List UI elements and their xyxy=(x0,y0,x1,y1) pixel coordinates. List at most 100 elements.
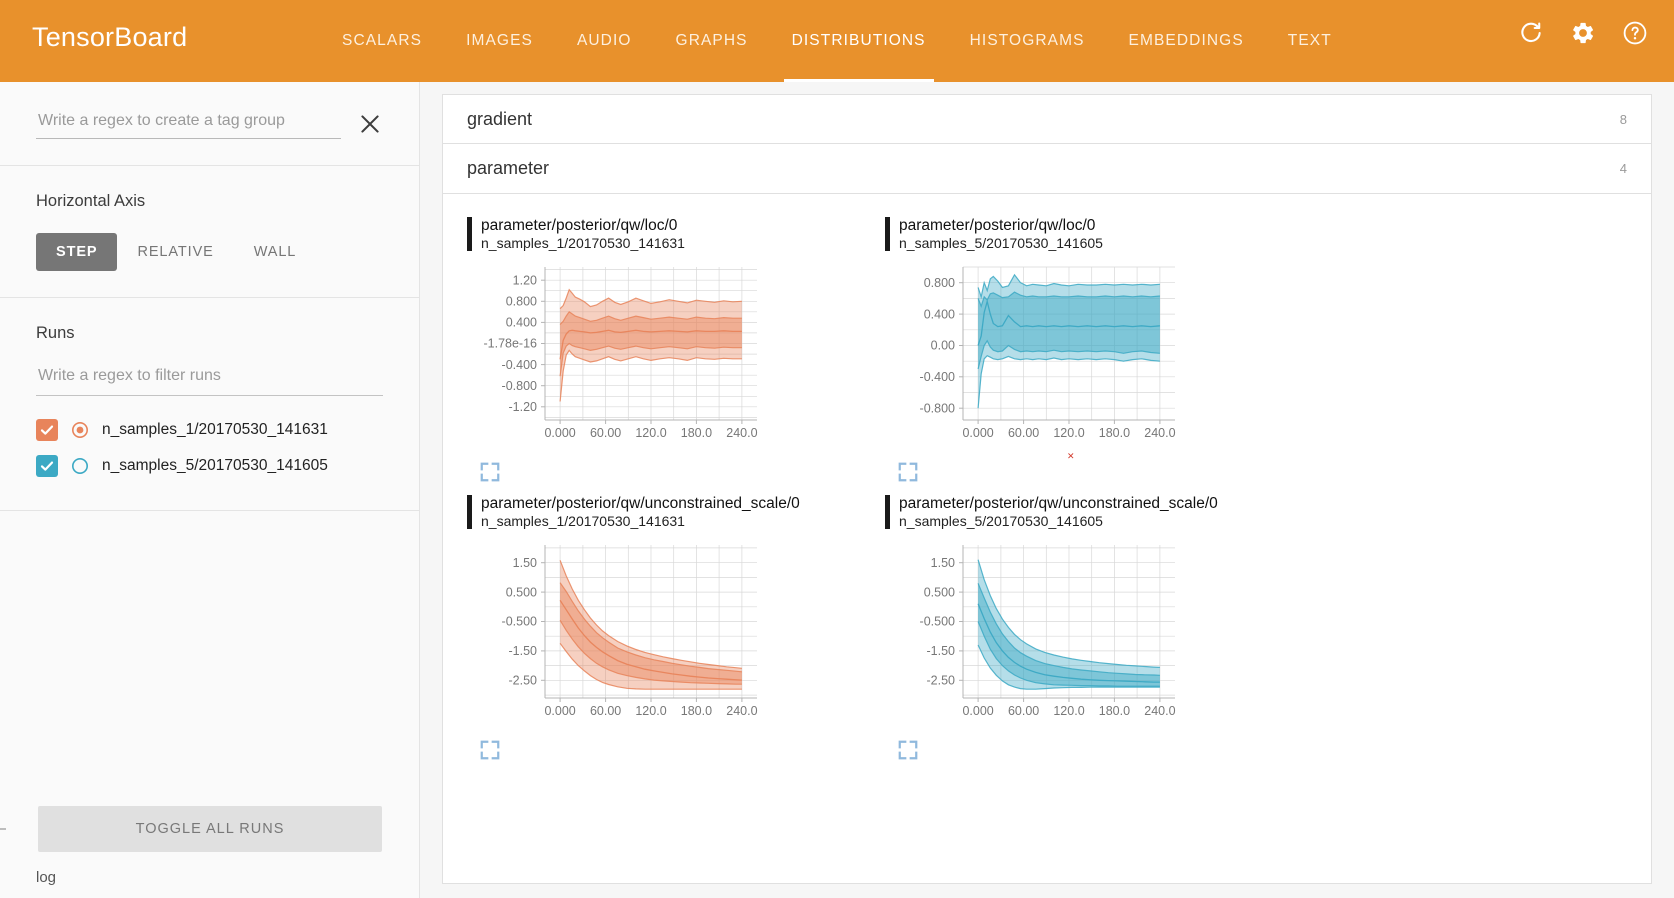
expand-chart-icon[interactable] xyxy=(479,461,501,483)
svg-text:180.0: 180.0 xyxy=(1099,704,1130,718)
chart-run-name: n_samples_5/20170530_141605 xyxy=(899,235,1103,252)
nav-tab-distributions[interactable]: DISTRIBUTIONS xyxy=(770,0,948,82)
nav-tab-audio[interactable]: AUDIO xyxy=(555,0,654,82)
run-row[interactable]: n_samples_5/20170530_141605 xyxy=(36,448,383,484)
svg-text:0.000: 0.000 xyxy=(544,426,575,440)
chart-header: parameter/posterior/qw/unconstrained_sca… xyxy=(467,494,861,531)
nav-tab-text[interactable]: TEXT xyxy=(1266,0,1354,82)
svg-text:120.0: 120.0 xyxy=(635,426,666,440)
svg-text:60.00: 60.00 xyxy=(1008,426,1039,440)
svg-text:0.800: 0.800 xyxy=(924,276,955,290)
accordion-count: 8 xyxy=(1619,111,1627,127)
refresh-icon[interactable] xyxy=(1518,20,1544,46)
horizontal-axis-section: Horizontal Axis STEP RELATIVE WALL xyxy=(0,166,419,298)
runs-section: Runs n_samples_1/20170530_141631n_sample… xyxy=(0,298,419,511)
axis-option-relative[interactable]: RELATIVE xyxy=(117,233,233,271)
svg-text:-0.800: -0.800 xyxy=(502,379,537,393)
chart-run-name: n_samples_1/20170530_141631 xyxy=(481,235,685,252)
chart-tag-name: parameter/posterior/qw/unconstrained_sca… xyxy=(481,494,800,512)
chart-tag-name: parameter/posterior/qw/loc/0 xyxy=(481,217,678,234)
chart-card: parameter/posterior/qw/unconstrained_sca… xyxy=(861,488,1279,766)
toggle-all-runs-button[interactable]: TOGGLE ALL RUNS xyxy=(38,806,382,852)
run-checkbox[interactable] xyxy=(36,455,58,477)
header-actions xyxy=(1518,20,1648,46)
tag-group-regex-input[interactable] xyxy=(36,108,341,139)
accordion-title: parameter xyxy=(467,158,550,178)
svg-text:120.0: 120.0 xyxy=(635,704,666,718)
nav-tab-histograms[interactable]: HISTOGRAMS xyxy=(948,0,1107,82)
svg-text:0.500: 0.500 xyxy=(924,585,955,599)
run-label: n_samples_5/20170530_141605 xyxy=(102,457,328,474)
run-color-dot xyxy=(70,420,90,440)
run-color-dot xyxy=(70,456,90,476)
settings-gear-icon[interactable] xyxy=(1570,20,1596,46)
expand-chart-icon[interactable] xyxy=(897,739,919,761)
accordion-gradient[interactable]: gradient 8 xyxy=(442,94,1652,144)
svg-text:60.00: 60.00 xyxy=(590,704,621,718)
accordion-title: gradient xyxy=(467,108,533,129)
chart-plot[interactable]: 1.50 0.500 -0.500 -1.50 -2.50 0.000 60.00 120.0… xyxy=(885,537,1279,737)
chart-color-bar xyxy=(467,217,472,251)
svg-text:180.0: 180.0 xyxy=(681,704,712,718)
distribution-chart-svg: 0.800 0.400 0.00 -0.400 -0.800 0.000 60.00 120.… xyxy=(920,266,1176,440)
chart-plot[interactable]: 1.20 0.800 0.400 -1.78e-16 -0.400 -0.800 -1.20… xyxy=(467,259,861,459)
nav-tab-embeddings[interactable]: EMBEDDINGS xyxy=(1107,0,1266,82)
svg-text:0.400: 0.400 xyxy=(506,315,537,329)
chart-grid: parameter/posterior/qw/loc/0 n_samples_1/… xyxy=(443,210,1651,766)
svg-text:-2.50: -2.50 xyxy=(927,673,956,687)
runs-title: Runs xyxy=(36,324,75,342)
run-checkbox[interactable] xyxy=(36,419,58,441)
svg-text:0.800: 0.800 xyxy=(506,294,537,308)
runs-list: n_samples_1/20170530_141631 n_samples_5/2… xyxy=(36,412,383,484)
main-nav: SCALARS IMAGES AUDIO GRAPHS DISTRIBUTIONS HIS… xyxy=(320,0,1354,82)
svg-text:240.0: 240.0 xyxy=(726,704,757,718)
svg-text:1.50: 1.50 xyxy=(931,556,955,570)
chart-color-bar xyxy=(467,494,472,529)
chart-plot[interactable]: 0.800 0.400 0.00 -0.400 -0.800 0.000 60.00 120.… xyxy=(885,259,1279,459)
svg-text:0.000: 0.000 xyxy=(544,704,575,718)
run-row[interactable]: n_samples_1/20170530_141631 xyxy=(36,412,383,448)
svg-text:120.0: 120.0 xyxy=(1053,426,1084,440)
svg-text:-0.400: -0.400 xyxy=(920,370,955,384)
chart-card: parameter/posterior/qw/loc/0 n_samples_5/… xyxy=(861,210,1279,488)
charts-panel: parameter/posterior/qw/loc/0 n_samples_1/… xyxy=(442,194,1652,884)
accordion-parameter[interactable]: parameter 4 xyxy=(442,144,1652,194)
svg-text:120.0: 120.0 xyxy=(1053,704,1084,718)
axis-option-wall[interactable]: WALL xyxy=(234,233,317,271)
svg-text:-1.78e-16: -1.78e-16 xyxy=(483,337,537,351)
chart-run-name: n_samples_1/20170530_141631 xyxy=(481,513,685,530)
axis-option-step[interactable]: STEP xyxy=(36,233,118,271)
svg-text:240.0: 240.0 xyxy=(1144,426,1175,440)
log-label: log xyxy=(36,869,57,886)
tag-filter-section xyxy=(0,82,419,166)
runs-filter-input[interactable] xyxy=(36,365,383,396)
svg-text:0.400: 0.400 xyxy=(924,307,955,321)
svg-text:-1.20: -1.20 xyxy=(509,400,538,414)
app-header: TensorBoard SCALARS IMAGES AUDIO GRAPHS DIST… xyxy=(0,0,1674,82)
svg-text:-0.500: -0.500 xyxy=(920,614,955,628)
horizontal-axis-title: Horizontal Axis xyxy=(36,192,146,210)
expand-chart-icon[interactable] xyxy=(479,739,501,761)
svg-text:180.0: 180.0 xyxy=(1099,426,1130,440)
svg-text:0.000: 0.000 xyxy=(962,426,993,440)
svg-text:240.0: 240.0 xyxy=(1144,704,1175,718)
nav-tab-scalars[interactable]: SCALARS xyxy=(320,0,444,82)
close-icon[interactable] xyxy=(357,111,383,137)
distribution-chart-svg: 1.50 0.500 -0.500 -1.50 -2.50 0.000 60.00 120.0… xyxy=(502,544,758,718)
help-icon[interactable] xyxy=(1622,20,1648,46)
chart-error-marker-icon: ✕ xyxy=(1067,451,1075,461)
nav-tab-images[interactable]: IMAGES xyxy=(444,0,555,82)
chart-plot[interactable]: 1.50 0.500 -0.500 -1.50 -2.50 0.000 60.00 120.0… xyxy=(467,537,861,737)
svg-text:180.0: 180.0 xyxy=(681,426,712,440)
svg-text:0.00: 0.00 xyxy=(931,339,955,353)
svg-text:-0.400: -0.400 xyxy=(502,358,537,372)
distribution-chart-svg: 1.20 0.800 0.400 -1.78e-16 -0.400 -0.800 -1.20… xyxy=(483,266,758,440)
chart-header: parameter/posterior/qw/unconstrained_sca… xyxy=(885,494,1279,531)
svg-text:-2.50: -2.50 xyxy=(509,673,538,687)
sidebar-edge-marker xyxy=(0,828,6,830)
svg-text:✕: ✕ xyxy=(1067,451,1075,461)
nav-tab-graphs[interactable]: GRAPHS xyxy=(654,0,770,82)
distribution-chart-svg: 1.50 0.500 -0.500 -1.50 -2.50 0.000 60.00 120.0… xyxy=(920,544,1176,718)
expand-chart-icon[interactable] xyxy=(897,461,919,483)
svg-text:240.0: 240.0 xyxy=(726,426,757,440)
